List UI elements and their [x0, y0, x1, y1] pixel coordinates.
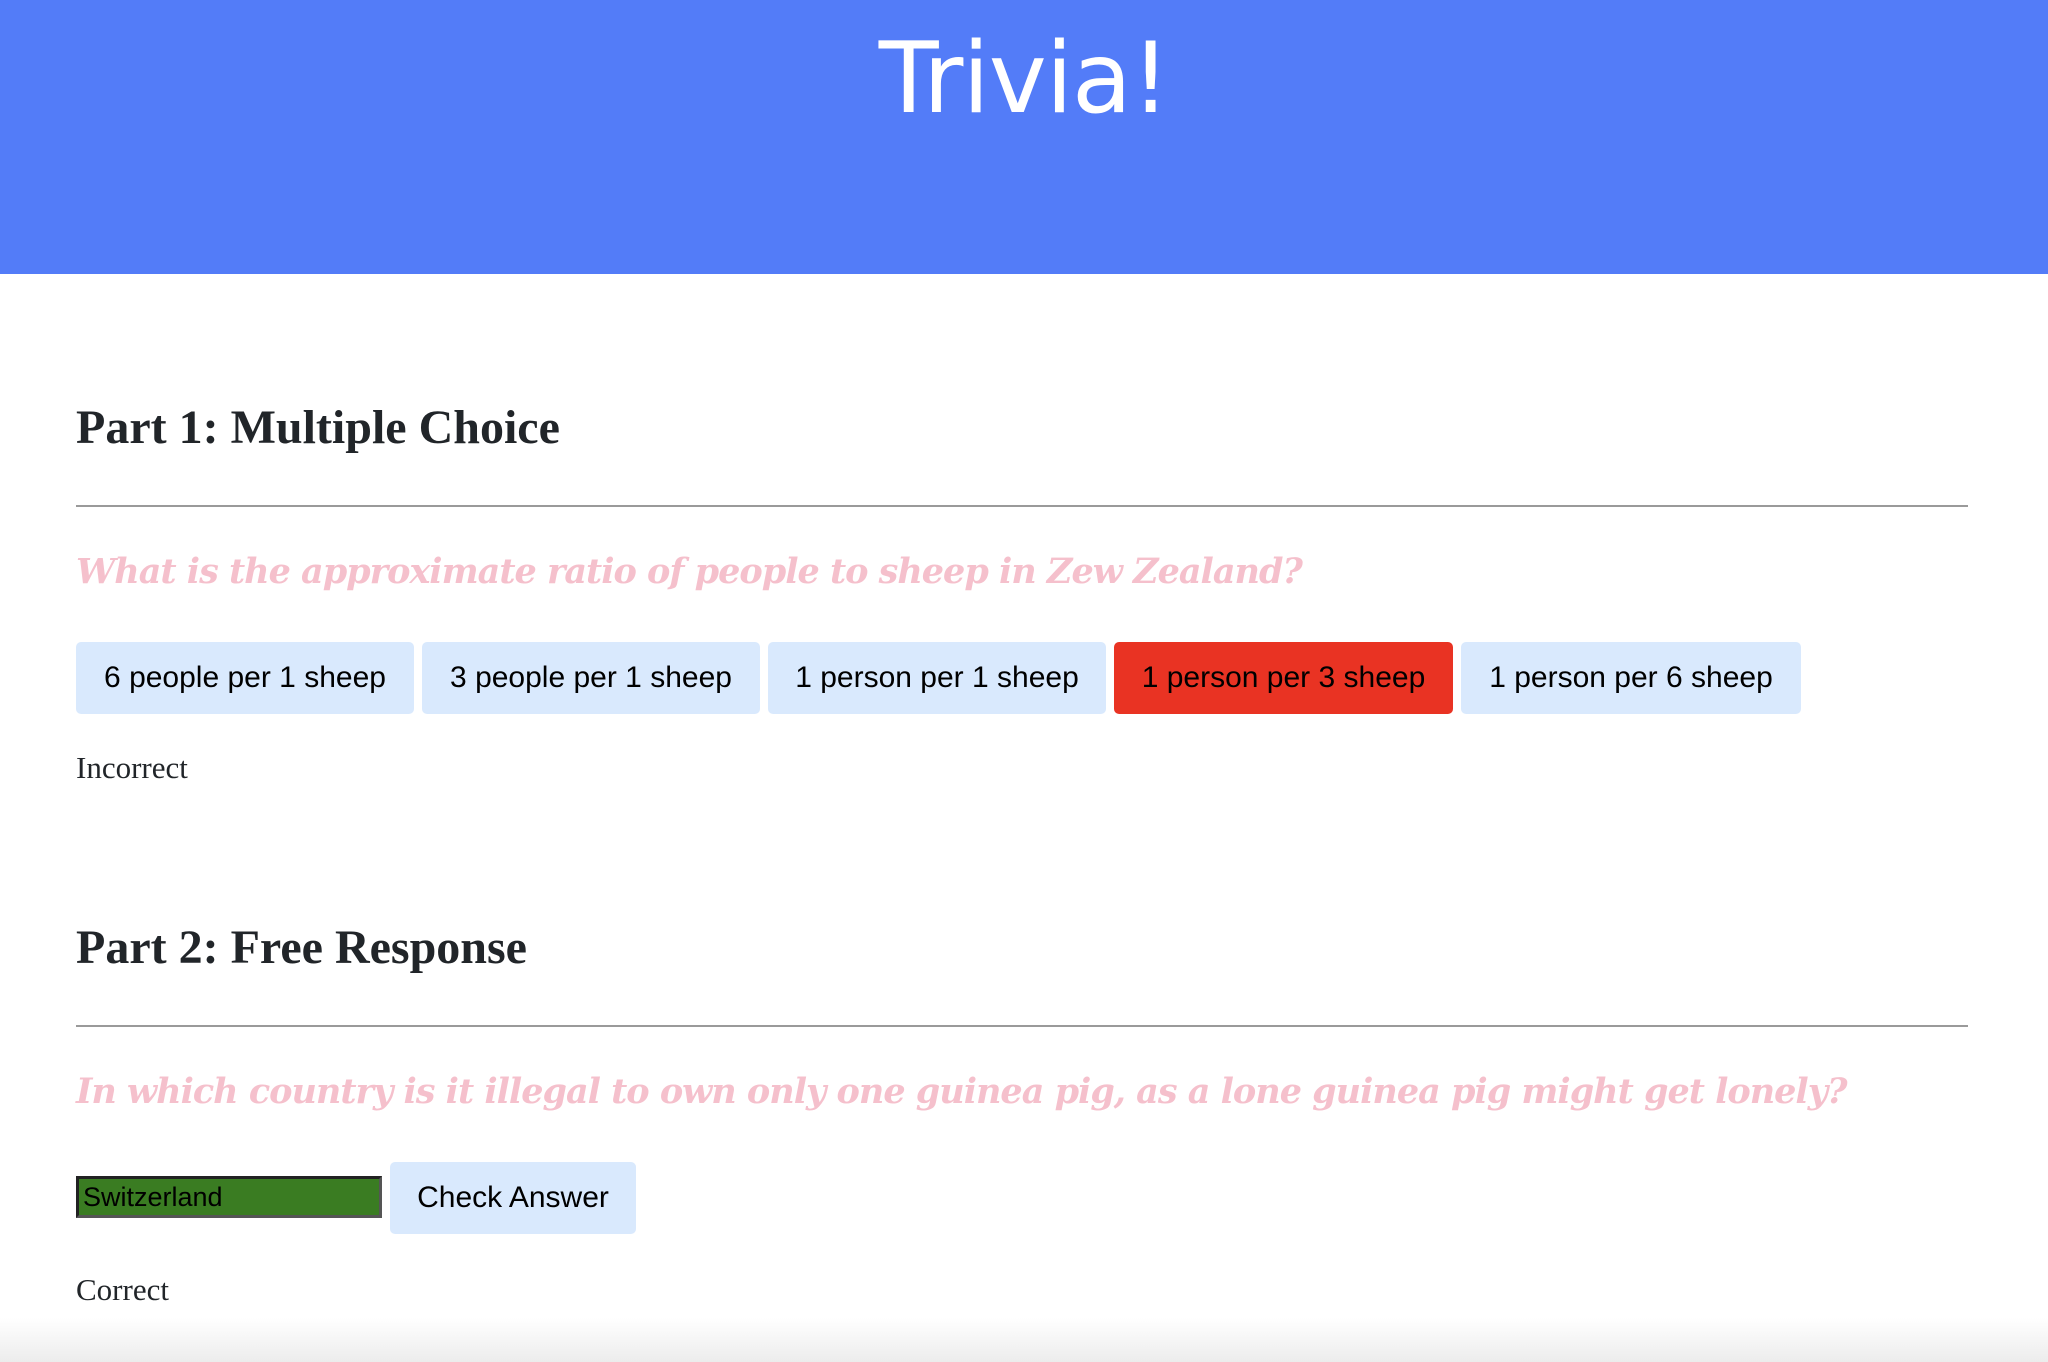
- part1-title: Part 1: Multiple Choice: [76, 401, 560, 454]
- part2-title: Part 2: Free Response: [76, 921, 527, 974]
- bottom-fade: [0, 1318, 2048, 1362]
- part1-divider: [76, 505, 1968, 507]
- choice-button-5[interactable]: 1 person per 6 sheep: [1461, 642, 1801, 714]
- choice-button-3[interactable]: 1 person per 1 sheep: [768, 642, 1106, 714]
- part1-feedback: Incorrect: [76, 750, 188, 785]
- check-answer-button[interactable]: Check Answer: [390, 1162, 636, 1234]
- part1-question: What is the approximate ratio of people …: [76, 551, 1303, 592]
- part2-divider: [76, 1025, 1968, 1027]
- page-title: Trivia!: [878, 22, 1171, 136]
- answer-input[interactable]: [76, 1176, 382, 1218]
- part2-question: In which country is it illegal to own on…: [76, 1071, 1848, 1112]
- page-header: Trivia!: [0, 0, 2048, 274]
- part1-choices: 6 people per 1 sheep 3 people per 1 shee…: [76, 642, 1801, 714]
- part2-feedback: Correct: [76, 1272, 169, 1307]
- choice-button-2[interactable]: 3 people per 1 sheep: [422, 642, 760, 714]
- choice-button-1[interactable]: 6 people per 1 sheep: [76, 642, 414, 714]
- choice-button-4[interactable]: 1 person per 3 sheep: [1114, 642, 1453, 714]
